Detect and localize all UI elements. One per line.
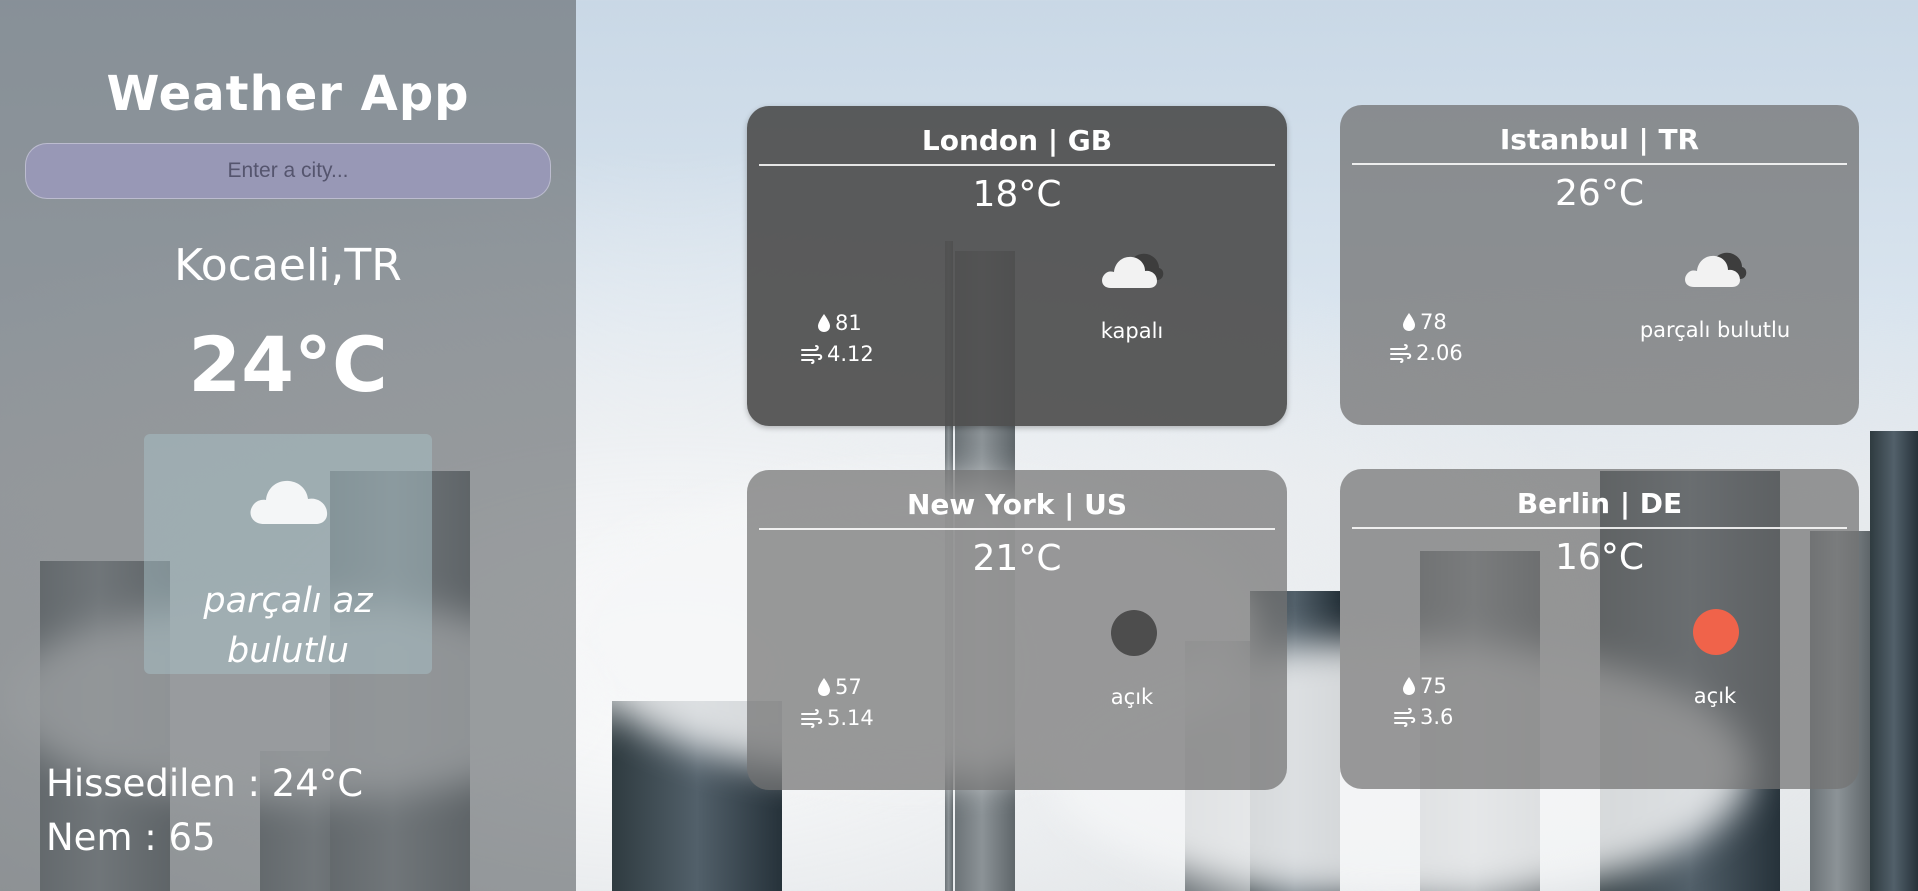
card-wind: 5.14 [801,706,874,730]
water-drop-icon [818,678,830,696]
card-wind: 4.12 [801,342,874,366]
water-drop-icon [1403,677,1415,695]
building-shape [1870,431,1918,891]
current-condition-text: parçalı az bulutlu [144,576,432,676]
current-weather-panel: Weather App Kocaeli,TR 24°C parçalı az b… [0,0,576,891]
card-title: London | GB [759,124,1275,166]
humidity-text: Nem : 65 [46,816,216,859]
condition-line: bulutlu [227,631,349,671]
wind-value: 5.14 [827,706,874,730]
water-drop-icon [818,314,830,332]
condition-line: parçalı az [203,581,373,621]
card-temperature: 16°C [1555,537,1644,578]
card-description: açık [1693,684,1737,708]
broken-clouds-icon [1685,252,1747,287]
broken-clouds-icon [1102,253,1164,288]
cloud-icon [250,480,328,524]
card-humidity: 81 [817,311,862,335]
card-humidity: 78 [1402,310,1447,334]
wind-value: 3.6 [1420,705,1454,729]
moon-icon [1111,610,1157,656]
city-card-berlin[interactable]: Berlin | DE 16°C açık 75 3.6 [1340,469,1859,789]
current-condition-box: parçalı az bulutlu [144,434,432,674]
card-title: Berlin | DE [1352,487,1847,529]
card-description: açık [1110,685,1154,709]
current-temperature: 24°C [188,320,388,409]
card-temperature: 26°C [1555,173,1644,214]
current-city-name: Kocaeli,TR [174,240,402,291]
card-temperature: 18°C [972,174,1062,215]
card-temperature: 21°C [972,538,1062,579]
city-card-new-york[interactable]: New York | US 21°C açık 57 5.14 [747,470,1287,790]
wind-value: 4.12 [827,342,874,366]
feels-like-text: Hissedilen : 24°C [46,762,364,805]
app-title: Weather App [106,66,470,122]
humidity-value: 78 [1420,310,1447,334]
card-humidity: 75 [1402,674,1447,698]
humidity-value: 57 [835,675,862,699]
city-search-input[interactable] [25,143,551,199]
card-description: parçalı bulutlu [1639,318,1791,342]
humidity-value: 75 [1420,674,1447,698]
card-title: New York | US [759,488,1275,530]
city-card-istanbul[interactable]: Istanbul | TR 26°C parçalı bulutlu 78 2.… [1340,105,1859,425]
sun-icon [1693,609,1739,655]
humidity-value: 81 [835,311,862,335]
wind-icon [1394,708,1416,727]
city-card-london[interactable]: London | GB 18°C kapalı 81 4.12 [747,106,1287,426]
wind-icon [1390,344,1412,363]
card-wind: 3.6 [1394,705,1453,729]
wind-value: 2.06 [1416,341,1463,365]
wind-icon [801,709,823,728]
card-title: Istanbul | TR [1352,123,1847,165]
wind-icon [801,345,823,364]
card-humidity: 57 [817,675,862,699]
water-drop-icon [1403,313,1415,331]
card-description: kapalı [1100,319,1164,343]
card-wind: 2.06 [1390,341,1463,365]
